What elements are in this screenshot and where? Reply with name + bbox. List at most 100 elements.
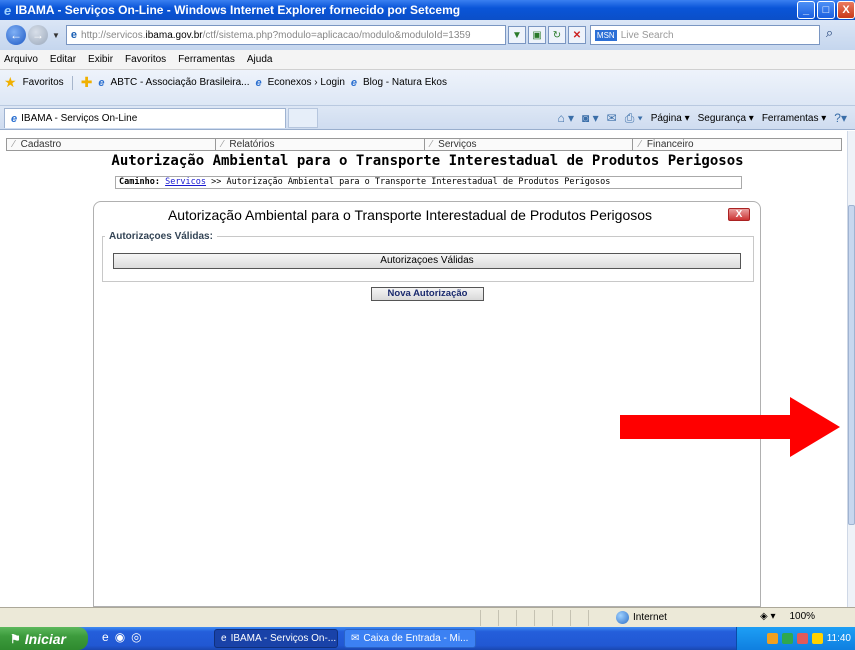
menu-favoritos[interactable]: Favoritos — [125, 54, 166, 65]
close-window-button[interactable]: X — [837, 1, 855, 19]
globe-icon — [616, 611, 629, 624]
breadcrumb-label: Caminho: — [119, 177, 160, 187]
nav-servicos[interactable]: ⁄ Serviços — [425, 139, 634, 150]
menu-bar: Arquivo Editar Exibir Favoritos Ferramen… — [0, 50, 855, 70]
ie-logo-icon: e — [4, 2, 12, 18]
link-page-icon: e — [98, 76, 105, 89]
page-title: Autorização Ambiental para o Transporte … — [111, 153, 744, 169]
tray-network-icon[interactable] — [781, 633, 793, 644]
page-icon: e — [70, 29, 78, 41]
mail-icon[interactable]: ✉ — [607, 111, 617, 125]
address-dropdown-icon[interactable]: ▼ — [507, 26, 526, 44]
site-nav: ⁄ Cadastro ⁄ Relatórios ⁄ Serviços ⁄ Finance… — [6, 138, 842, 151]
breadcrumb-current: >> Autorização Ambiental para o Transpor… — [206, 177, 611, 187]
start-button[interactable]: ⚑ Iniciar — [0, 627, 88, 650]
red-arrow-annotation — [620, 397, 840, 457]
mail-task-icon: ✉ — [351, 633, 360, 644]
favorites-star-icon: ★ — [4, 74, 17, 90]
breadcrumb-link-servicos[interactable]: Servicos — [165, 177, 206, 187]
menu-exibir[interactable]: Exibir — [88, 54, 113, 65]
new-authorization-button[interactable]: Nova Autorização — [371, 287, 484, 301]
url-prefix: http://servicos. — [81, 29, 146, 41]
menu-ferramentas[interactable]: Ferramentas — [178, 54, 235, 65]
favorite-link-abtc[interactable]: ABTC - Associação Brasileira... — [111, 77, 250, 88]
scrollbar-thumb[interactable] — [848, 205, 855, 525]
start-label: Iniciar — [24, 630, 67, 647]
nav-servicos-label: Serviços — [438, 139, 477, 150]
status-bar: Internet ◈ ▾ 100% — [0, 607, 855, 627]
search-input[interactable]: MSN Live Search — [589, 25, 820, 45]
favorite-link-econexos[interactable]: Econexos › Login — [268, 77, 345, 88]
maximize-button[interactable]: □ — [817, 1, 835, 19]
tray-app-icon[interactable] — [766, 633, 778, 644]
panel-close-button[interactable]: X — [728, 208, 750, 221]
print-icon[interactable]: ⎙ ▾ — [625, 111, 643, 126]
divider — [71, 75, 73, 90]
search-placeholder: Live Search — [620, 29, 674, 41]
feeds-icon[interactable]: ◙ ▾ — [582, 111, 599, 125]
zoom-level: 100% — [789, 611, 816, 622]
valid-authorizations-button[interactable]: Autorizaçoes Válidas — [113, 253, 741, 269]
tab-ibama[interactable]: e IBAMA - Serviços On-Line — [4, 108, 286, 128]
help-icon[interactable]: ?▾ — [834, 111, 847, 125]
page-viewport: ⁄ Cadastro ⁄ Relatórios ⁄ Serviços ⁄ Finance… — [0, 131, 847, 607]
compatibility-icon[interactable]: ▣ — [527, 26, 546, 44]
nav-cadastro[interactable]: ⁄ Cadastro — [7, 139, 216, 150]
menu-arquivo[interactable]: Arquivo — [4, 54, 38, 65]
window-controls: _ □ X — [797, 1, 855, 19]
add-favorite-icon[interactable]: ✚ — [81, 74, 93, 91]
home-icon[interactable]: ⌂ ▾ — [557, 111, 574, 125]
nav-relatorios[interactable]: ⁄ Relatórios — [216, 139, 425, 150]
task-inbox[interactable]: ✉ Caixa de Entrada - Mi... — [344, 629, 476, 648]
zone-label: Internet — [633, 612, 667, 623]
command-bar: ⌂ ▾ ◙ ▾ ✉ ⎙ ▾ Página ▾ Segurança ▾ Ferra… — [557, 108, 847, 128]
quick-launch: e ◉ ◎ — [102, 630, 142, 644]
nav-marker-icon: ⁄ — [430, 139, 433, 150]
clock[interactable]: 11:40 — [827, 633, 851, 644]
tray-security-icon[interactable] — [796, 633, 808, 644]
stop-icon[interactable]: ✕ — [567, 26, 586, 44]
favorites-button[interactable]: Favoritos — [23, 77, 64, 88]
security-zone: Internet — [616, 611, 667, 624]
ie-task-icon: e — [221, 633, 227, 644]
url-domain: ibama.gov.br — [145, 29, 203, 41]
valid-authorizations-fieldset: Autorizaçoes Válidas: Autorizaçoes Válid… — [102, 231, 754, 282]
favorites-bar: ★ Favoritos ✚ e ABTC - Associação Brasil… — [0, 70, 855, 106]
menu-editar[interactable]: Editar — [50, 54, 76, 65]
minimize-button[interactable]: _ — [797, 1, 815, 19]
panel-title: Autorização Ambiental para o Transporte … — [167, 207, 653, 223]
link-page-icon: e — [255, 76, 262, 89]
address-toolbar: ← → ▼ e http://servicos. ibama.gov.br/ctf… — [0, 20, 855, 50]
history-dropdown-icon[interactable]: ▼ — [52, 31, 60, 40]
tab-label: IBAMA - Serviços On-Line — [21, 113, 138, 124]
search-icon[interactable]: ⌕ — [826, 25, 844, 45]
security-menu[interactable]: Segurança ▾ — [698, 113, 754, 124]
task-ibama[interactable]: e IBAMA - Serviços On-... — [214, 629, 338, 648]
tray-notify-icon[interactable] — [811, 633, 823, 644]
page-menu[interactable]: Página ▾ — [651, 113, 690, 124]
browser-quick-icon[interactable]: ◎ — [131, 630, 141, 644]
window-titlebar: e IBAMA - Serviços On-Line - Windows Int… — [0, 0, 855, 20]
firefox-quick-icon[interactable]: ◉ — [115, 630, 125, 644]
forward-button[interactable]: → — [28, 25, 48, 45]
favorite-link-natura[interactable]: Blog - Natura Ekos — [363, 77, 447, 88]
nav-marker-icon: ⁄ — [639, 139, 641, 150]
tab-page-icon: e — [11, 112, 18, 125]
ie-quick-icon[interactable]: e — [102, 630, 109, 644]
task-inbox-label: Caixa de Entrada - Mi... — [363, 633, 469, 644]
refresh-icon[interactable]: ↻ — [547, 26, 566, 44]
taskbar: ⚑ Iniciar e ◉ ◎ e IBAMA - Serviços On-..… — [0, 627, 855, 650]
nav-financeiro-label: Financeiro — [646, 139, 694, 150]
window-title: IBAMA - Serviços On-Line - Windows Inter… — [15, 3, 461, 17]
nav-financeiro[interactable]: ⁄ Financeiro — [633, 139, 841, 150]
link-page-icon: e — [350, 76, 358, 89]
back-button[interactable]: ← — [6, 25, 26, 45]
nav-relatorios-label: Relatórios — [229, 139, 275, 150]
address-input[interactable]: e http://servicos. ibama.gov.br/ctf/siste… — [65, 25, 506, 45]
menu-ajuda[interactable]: Ajuda — [247, 54, 273, 65]
protected-mode-icon[interactable]: ◈ ▾ — [760, 611, 776, 622]
tools-menu[interactable]: Ferramentas ▾ — [762, 113, 826, 124]
nav-marker-icon: ⁄ — [221, 139, 224, 150]
new-tab-button[interactable] — [288, 108, 318, 128]
zoom-control[interactable]: ◈ ▾ 100% — [760, 611, 815, 622]
